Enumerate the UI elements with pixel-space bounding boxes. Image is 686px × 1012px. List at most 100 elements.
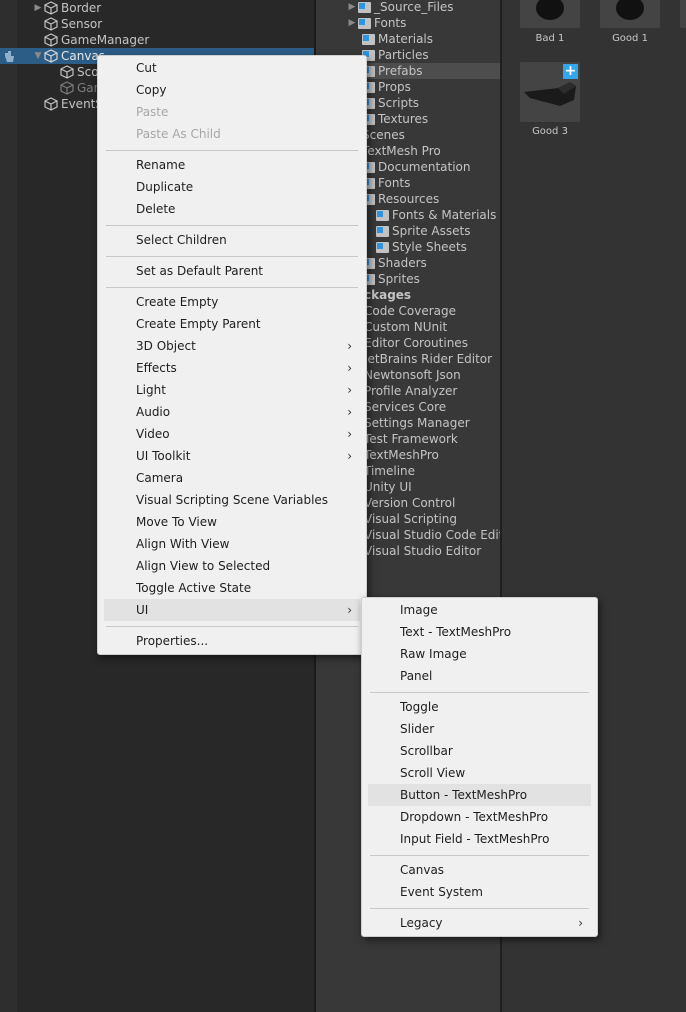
submenu-item-raw-image[interactable]: Raw Image bbox=[368, 643, 591, 665]
submenu-item-input-field-textmeshpro[interactable]: Input Field - TextMeshPro bbox=[368, 828, 591, 850]
menu-item-ui-toolkit[interactable]: UI Toolkit › bbox=[104, 445, 360, 467]
expand-arrow-icon[interactable]: ▶ bbox=[32, 0, 44, 16]
project-folder-sprite-assets[interactable]: Sprite Assets bbox=[376, 223, 470, 239]
project-folder-documentation[interactable]: Documentation bbox=[362, 159, 471, 175]
project-packages-header[interactable]: ckages bbox=[364, 287, 411, 303]
folder-label: Settings Manager bbox=[364, 416, 470, 430]
folder-icon bbox=[376, 209, 389, 221]
project-folder-sprites[interactable]: Sprites bbox=[362, 271, 420, 287]
hierarchy-item-gamemanager[interactable]: GameManager bbox=[44, 32, 149, 48]
menu-item-rename[interactable]: Rename bbox=[104, 154, 360, 176]
submenu-item-slider[interactable]: Slider bbox=[368, 718, 591, 740]
menu-item-move-to-view[interactable]: Move To View bbox=[104, 511, 360, 533]
submenu-item-event-system[interactable]: Event System bbox=[368, 881, 591, 903]
menu-item-paste[interactable]: Paste bbox=[104, 101, 360, 123]
project-folder-materials[interactable]: Materials bbox=[362, 31, 433, 47]
hierarchy-item-label: Sco bbox=[77, 65, 99, 79]
project-folder-style-sheets[interactable]: Style Sheets bbox=[376, 239, 467, 255]
menu-item-video[interactable]: Video › bbox=[104, 423, 360, 445]
submenu-item-toggle[interactable]: Toggle bbox=[368, 696, 591, 718]
project-folder-textmesh-pro[interactable]: TextMesh Pro bbox=[362, 143, 441, 159]
folder-label: Profile Analyzer bbox=[364, 384, 458, 398]
project-folder-props[interactable]: Props bbox=[362, 79, 411, 95]
menu-separator bbox=[370, 908, 589, 909]
menu-item-light[interactable]: Light › bbox=[104, 379, 360, 401]
project-folder-resources[interactable]: Resources bbox=[362, 191, 439, 207]
menu-item-label: UI bbox=[136, 603, 149, 617]
submenu-item-panel[interactable]: Panel bbox=[368, 665, 591, 687]
hierarchy-item-eventsystem[interactable]: EventS bbox=[44, 96, 103, 112]
menu-item-align-with-view[interactable]: Align With View bbox=[104, 533, 360, 555]
asset-thumbnail-partial[interactable] bbox=[680, 0, 686, 28]
hierarchy-item-score[interactable]: Sco bbox=[60, 64, 99, 80]
project-package-item[interactable]: Custom NUnit bbox=[364, 319, 447, 335]
hierarchy-item-game[interactable]: Gar bbox=[60, 80, 99, 96]
expand-arrow-icon[interactable]: ▶ bbox=[346, 15, 358, 31]
folder-label: ckages bbox=[364, 288, 412, 302]
menu-item-properties[interactable]: Properties... bbox=[104, 630, 360, 652]
menu-item-effects[interactable]: Effects › bbox=[104, 357, 360, 379]
project-folder-fonts-tmp[interactable]: Fonts bbox=[362, 175, 410, 191]
menu-item-visual-scripting-scene-variables[interactable]: Visual Scripting Scene Variables bbox=[104, 489, 360, 511]
project-package-item[interactable]: Unity UI bbox=[364, 479, 412, 495]
project-package-item[interactable]: Services Core bbox=[364, 399, 446, 415]
project-package-item[interactable]: Visual Scripting bbox=[364, 511, 457, 527]
menu-item-select-children[interactable]: Select Children bbox=[104, 229, 360, 251]
project-package-item[interactable]: Version Control bbox=[364, 495, 455, 511]
menu-item-delete[interactable]: Delete bbox=[104, 198, 360, 220]
project-folder-fonts-materials[interactable]: Fonts & Materials bbox=[376, 207, 496, 223]
menu-item-align-view-to-selected[interactable]: Align View to Selected bbox=[104, 555, 360, 577]
submenu-item-button-textmeshpro[interactable]: Button - TextMeshPro bbox=[368, 784, 591, 806]
menu-item-ui[interactable]: UI › bbox=[104, 599, 360, 621]
project-package-item[interactable]: Timeline bbox=[364, 463, 415, 479]
submenu-item-dropdown-textmeshpro[interactable]: Dropdown - TextMeshPro bbox=[368, 806, 591, 828]
folder-label: Props bbox=[378, 80, 411, 94]
submenu-item-scrollbar[interactable]: Scrollbar bbox=[368, 740, 591, 762]
project-folder-scenes[interactable]: Scenes bbox=[362, 127, 405, 143]
project-package-item[interactable]: Profile Analyzer bbox=[364, 383, 457, 399]
menu-item-create-empty-parent[interactable]: Create Empty Parent bbox=[104, 313, 360, 335]
menu-item-create-empty[interactable]: Create Empty bbox=[104, 291, 360, 313]
menu-item-duplicate[interactable]: Duplicate bbox=[104, 176, 360, 198]
folder-label: Fonts & Materials bbox=[392, 208, 497, 222]
project-package-item[interactable]: Visual Studio Code Edito bbox=[364, 527, 500, 543]
hierarchy-item-sensor[interactable]: Sensor bbox=[44, 16, 102, 32]
project-folder-shaders[interactable]: Shaders bbox=[362, 255, 427, 271]
menu-item-cut[interactable]: Cut bbox=[104, 57, 360, 79]
submenu-item-legacy[interactable]: Legacy › bbox=[368, 912, 591, 934]
hierarchy-item-border[interactable]: ▶ Border bbox=[32, 0, 102, 16]
project-folder-scripts[interactable]: Scripts bbox=[362, 95, 419, 111]
menu-separator bbox=[106, 256, 358, 257]
menu-item-copy[interactable]: Copy bbox=[104, 79, 360, 101]
submenu-item-text-textmeshpro[interactable]: Text - TextMeshPro bbox=[368, 621, 591, 643]
asset-thumbnail-bad-1[interactable] bbox=[520, 0, 580, 28]
project-package-item[interactable]: Settings Manager bbox=[364, 415, 470, 431]
submenu-item-canvas[interactable]: Canvas bbox=[368, 859, 591, 881]
asset-thumbnail-good-1[interactable] bbox=[600, 0, 660, 28]
expand-arrow-icon[interactable]: ▶ bbox=[346, 0, 358, 15]
project-package-item[interactable]: Editor Coroutines bbox=[364, 335, 468, 351]
project-package-item[interactable]: Newtonsoft Json bbox=[364, 367, 461, 383]
menu-item-3d-object[interactable]: 3D Object › bbox=[104, 335, 360, 357]
submenu-item-image[interactable]: Image bbox=[368, 599, 591, 621]
project-folder-textures[interactable]: Textures bbox=[362, 111, 428, 127]
menu-item-set-default-parent[interactable]: Set as Default Parent bbox=[104, 260, 360, 282]
menu-item-toggle-active-state[interactable]: Toggle Active State bbox=[104, 577, 360, 599]
menu-item-audio[interactable]: Audio › bbox=[104, 401, 360, 423]
gameobject-cube-icon bbox=[44, 1, 58, 15]
asset-thumbnail-good-3[interactable]: + bbox=[520, 62, 580, 122]
project-package-item[interactable]: Visual Studio Editor bbox=[364, 543, 481, 559]
menu-item-camera[interactable]: Camera bbox=[104, 467, 360, 489]
project-package-item[interactable]: Code Coverage bbox=[364, 303, 456, 319]
submenu-item-scroll-view[interactable]: Scroll View bbox=[368, 762, 591, 784]
project-folder-prefabs[interactable]: Prefabs bbox=[362, 63, 500, 79]
menu-separator bbox=[370, 692, 589, 693]
project-package-item[interactable]: Test Framework bbox=[364, 431, 458, 447]
project-folder-source-files[interactable]: ▶ _Source_Files bbox=[346, 0, 454, 15]
project-package-item[interactable]: JetBrains Rider Editor bbox=[364, 351, 492, 367]
project-folder-particles[interactable]: Particles bbox=[362, 47, 429, 63]
project-folder-fonts[interactable]: ▶ Fonts bbox=[346, 15, 407, 31]
collapse-arrow-icon[interactable]: ▼ bbox=[32, 48, 44, 64]
project-package-item[interactable]: TextMeshPro bbox=[364, 447, 439, 463]
menu-item-paste-as-child[interactable]: Paste As Child bbox=[104, 123, 360, 145]
